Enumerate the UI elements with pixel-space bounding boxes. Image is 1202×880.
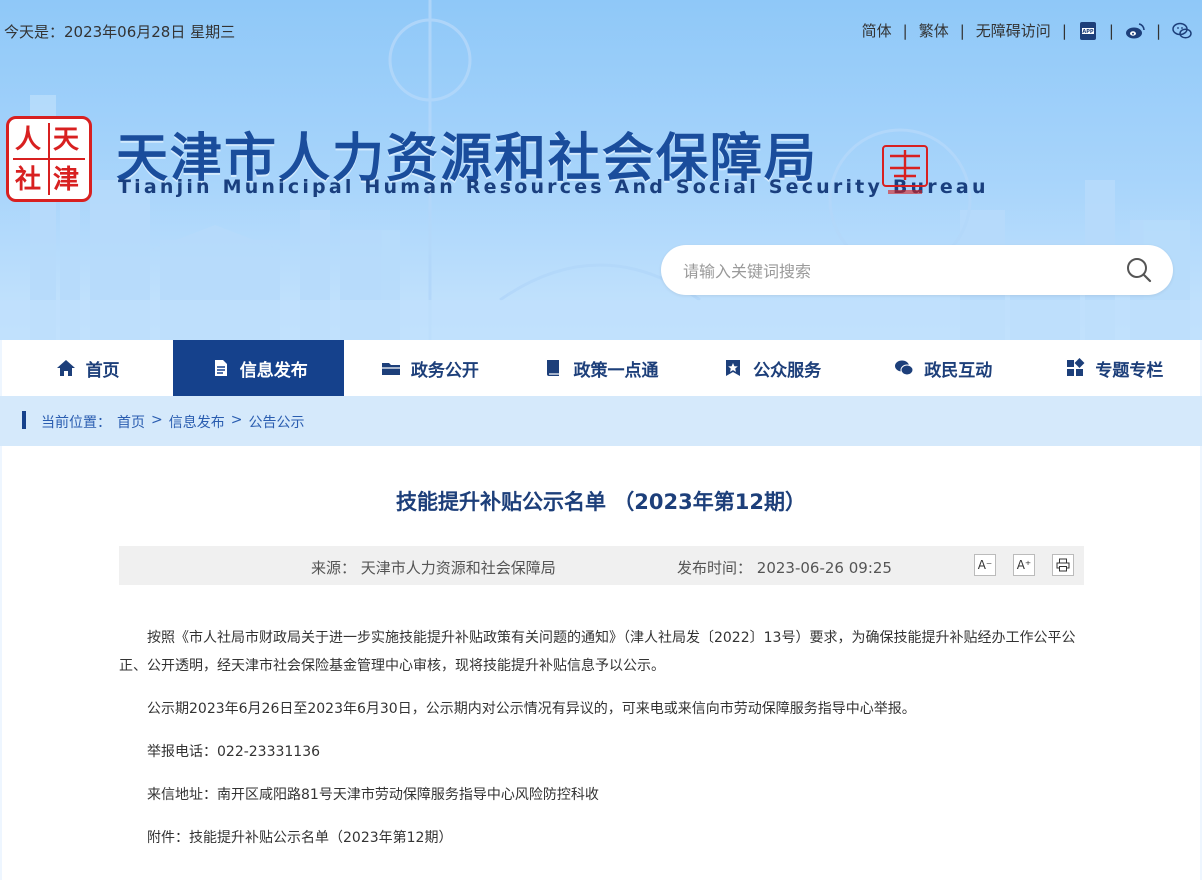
nav-item-label: 专题专栏	[1095, 360, 1164, 381]
divider: |	[1155, 21, 1161, 40]
article-body: 按照《市人社局市财政局关于进一步实施技能提升补贴政策有关问题的通知》（津人社局发…	[119, 624, 1087, 852]
breadcrumb-announcements[interactable]: 公告公示	[248, 412, 304, 432]
traditional-chinese-link[interactable]: 繁体	[919, 20, 949, 41]
weibo-icon[interactable]	[1125, 21, 1145, 41]
attachment-link[interactable]: 附件：技能提升补贴公示名单（2023年第12期）	[119, 824, 1087, 852]
nav-item-info-release[interactable]: 信息发布	[173, 340, 345, 396]
site-title-english: Tianjin Municipal Human Resources And So…	[118, 176, 989, 198]
article-container: 技能提升补贴公示名单 （2023年第12期） 来源： 天津市人力资源和社会保障局…	[2, 446, 1200, 880]
search-icon[interactable]	[1125, 256, 1153, 284]
divider: |	[902, 21, 908, 40]
chat-icon	[895, 360, 914, 376]
printer-icon	[1056, 558, 1070, 572]
grid-icon	[1067, 358, 1085, 376]
article-paragraph: 按照《市人社局市财政局关于进一步实施技能提升补贴政策有关问题的通知》（津人社局发…	[119, 630, 1076, 674]
document-icon	[214, 360, 227, 376]
article-title: 技能提升补贴公示名单 （2023年第12期）	[396, 490, 806, 514]
tianjin-labor-seal-icon	[882, 145, 928, 194]
nav-item-label: 政民互动	[924, 360, 993, 381]
print-button[interactable]	[1052, 554, 1074, 576]
app-icon[interactable]: APP	[1078, 21, 1098, 41]
main-navigation: 首页 信息发布 政务公开 政策一点通 公众服务 政民互动 专题专栏	[2, 340, 1200, 396]
top-bar: 今天是：2023年06月28日 星期三 简体 | 繁体 | 无障碍访问 | AP…	[0, 0, 1202, 60]
source-value: 天津市人力资源和社会保障局	[360, 559, 556, 577]
article-paragraph: 来信地址：南开区咸阳路81号天津市劳动保障服务指导中心风险防控科收	[147, 787, 599, 803]
nav-item-home[interactable]: 首页	[2, 340, 173, 396]
breadcrumb: 当前位置： 首页 > 信息发布 > 公告公示	[0, 396, 1202, 446]
breadcrumb-marker	[22, 411, 26, 429]
source-label: 来源：	[311, 559, 357, 577]
breadcrumb-prefix: 当前位置：	[41, 415, 111, 431]
nav-item-public-service[interactable]: 公众服务	[687, 340, 858, 396]
today-date: 今天是：2023年06月28日 星期三	[4, 23, 236, 41]
time-label: 发布时间：	[677, 559, 753, 577]
article-time: 发布时间： 2023-06-26 09:25	[677, 557, 892, 578]
nav-item-government-affairs[interactable]: 政务公开	[344, 340, 515, 396]
nav-item-special-topics[interactable]: 专题专栏	[1029, 340, 1200, 396]
top-links: 简体 | 繁体 | 无障碍访问 | APP | |	[862, 20, 1192, 41]
breadcrumb-separator: >	[151, 412, 163, 428]
header-banner: 今天是：2023年06月28日 星期三 简体 | 繁体 | 无障碍访问 | AP…	[0, 0, 1202, 340]
time-value: 2023-06-26 09:25	[756, 559, 892, 577]
bureau-logo-seal: 人 天 社 津	[6, 116, 92, 202]
nav-item-label: 政务公开	[410, 360, 479, 381]
home-icon	[56, 360, 75, 376]
divider: |	[1061, 21, 1067, 40]
search-input[interactable]	[681, 245, 1105, 297]
nav-item-label: 首页	[85, 360, 120, 381]
divider: |	[1108, 21, 1114, 40]
star-badge-icon	[726, 360, 741, 376]
font-decrease-button[interactable]: A⁻	[974, 554, 996, 576]
font-increase-button[interactable]: A⁺	[1013, 554, 1035, 576]
nav-item-label: 政策一点通	[573, 360, 659, 381]
breadcrumb-separator: >	[230, 412, 243, 428]
article-meta-bar: 来源： 天津市人力资源和社会保障局 发布时间： 2023-06-26 09:25…	[119, 546, 1084, 585]
breadcrumb-home[interactable]: 首页	[117, 412, 145, 432]
article-paragraph: 公示期2023年6月26日至2023年6月30日，公示期内对公示情况有异议的，可…	[147, 701, 916, 717]
nav-item-label: 公众服务	[753, 360, 822, 381]
article-paragraph: 举报电话：022-23331136	[147, 744, 321, 760]
breadcrumb-info-release[interactable]: 信息发布	[169, 412, 225, 432]
book-icon	[547, 360, 560, 376]
accessibility-link[interactable]: 无障碍访问	[976, 20, 1051, 41]
search-box	[661, 245, 1173, 297]
divider: |	[959, 21, 965, 40]
nav-item-policy[interactable]: 政策一点通	[515, 340, 686, 396]
article-source: 来源： 天津市人力资源和社会保障局	[311, 557, 556, 578]
folder-icon	[381, 363, 400, 375]
nav-item-label: 信息发布	[239, 360, 308, 381]
seal-divider-lines	[13, 123, 85, 195]
svg-text:APP: APP	[1082, 29, 1094, 35]
nav-item-interaction[interactable]: 政民互动	[858, 340, 1029, 396]
simplified-chinese-link[interactable]: 简体	[862, 20, 892, 41]
wechat-icon[interactable]	[1172, 21, 1192, 41]
